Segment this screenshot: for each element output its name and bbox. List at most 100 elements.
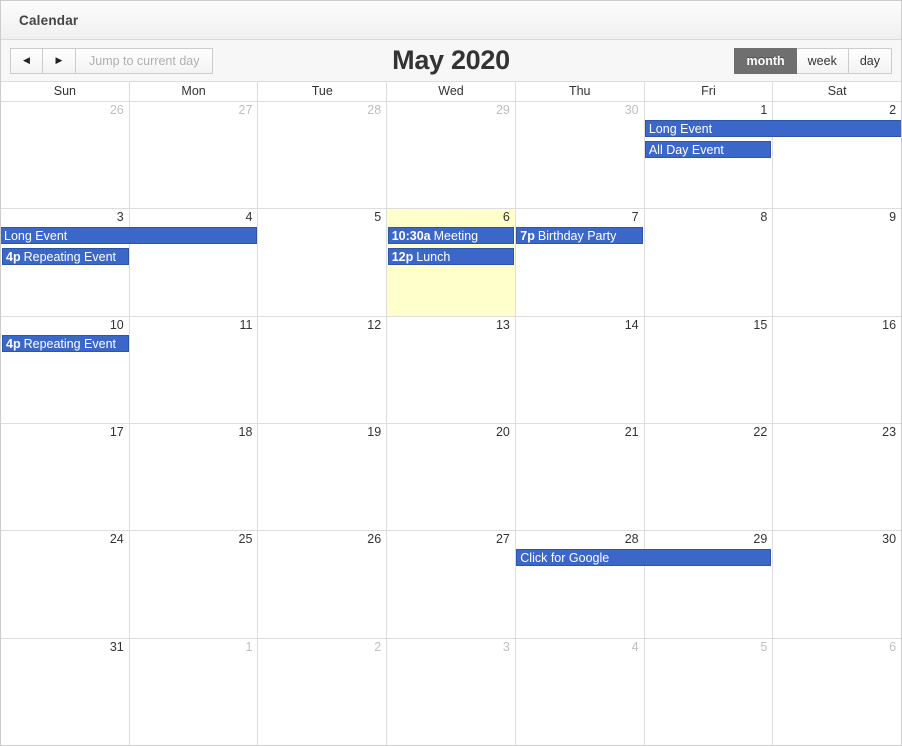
- day-number: 3: [502, 639, 510, 654]
- day-cell[interactable]: 21: [514, 423, 644, 531]
- week-daycells: 17 18 19 20 21 22 23: [1, 423, 901, 531]
- day-cell[interactable]: 4: [128, 209, 258, 316]
- day-number: 2: [374, 639, 382, 654]
- event-title: Birthday Party: [537, 229, 617, 244]
- day-cell[interactable]: 17: [1, 424, 129, 530]
- week-row: 17 18 19 20 21 22 23: [1, 423, 901, 532]
- month-grid: 26 27 28 29 30 1 2 Long Event All Day Event 3 4 5 6 7…: [1, 102, 901, 745]
- jump-to-current-day-button[interactable]: Jump to current day: [76, 47, 214, 74]
- calendar-event[interactable]: Click for Google: [516, 549, 772, 567]
- day-number: 26: [109, 103, 124, 117]
- day-cell[interactable]: 6: [772, 638, 901, 745]
- day-number: 15: [753, 317, 768, 332]
- day-number: 29: [495, 103, 510, 117]
- week-daycells: 31 1 2 3 4 5 6: [1, 638, 901, 745]
- day-cell[interactable]: 24: [1, 531, 129, 637]
- event-title: Repeating Event: [23, 336, 117, 351]
- day-cell[interactable]: 25: [128, 531, 258, 638]
- day-number: 6: [889, 639, 897, 654]
- event-time: 7p: [520, 229, 535, 244]
- day-cell[interactable]: 9: [772, 209, 901, 316]
- day-cell[interactable]: 22: [643, 423, 773, 531]
- day-cell[interactable]: 20: [386, 423, 515, 531]
- week-row: 24 25 26 27 28 29 30 Click for Google: [1, 531, 901, 639]
- day-cell[interactable]: 15: [643, 316, 773, 423]
- day-cell[interactable]: 13: [386, 316, 515, 423]
- day-number: 27: [238, 103, 253, 117]
- event-title: Repeating Event: [23, 250, 117, 265]
- day-cell[interactable]: 2: [772, 102, 901, 209]
- day-number: 18: [238, 424, 253, 439]
- calendar-event[interactable]: Long Event: [1, 227, 258, 245]
- day-number: 22: [753, 424, 768, 439]
- day-cell[interactable]: 30: [772, 531, 901, 638]
- day-cell[interactable]: 27: [386, 531, 515, 638]
- day-cell[interactable]: 7: [514, 209, 644, 316]
- calendar-toolbar: ◀ ▶ Jump to current day May 2020 month w…: [1, 40, 901, 82]
- day-cell[interactable]: 16: [772, 316, 901, 423]
- event-time: 10:30a: [391, 229, 431, 244]
- day-cell[interactable]: 28: [514, 531, 644, 638]
- day-cell[interactable]: 5: [257, 209, 386, 316]
- calendar-event[interactable]: 10:30a Meeting: [387, 227, 515, 245]
- day-number: 27: [495, 532, 510, 547]
- day-number: 7: [631, 210, 639, 225]
- prev-month-button[interactable]: ◀: [10, 47, 43, 74]
- week-row: 3 4 5 6 7 8 9 Long Event 4p Repeating Event 10:30a…: [1, 209, 901, 317]
- day-cell[interactable]: 11: [128, 316, 258, 423]
- triangle-right-icon: ▶: [55, 55, 63, 65]
- day-number: 12: [367, 317, 382, 332]
- day-cell[interactable]: 12: [257, 316, 386, 423]
- calendar-event[interactable]: 4p Repeating Event: [2, 334, 129, 352]
- weekday-header-tue: Tue: [257, 82, 386, 101]
- calendar-event[interactable]: Long Event: [644, 120, 901, 137]
- day-number: 10: [109, 317, 124, 332]
- calendar-event[interactable]: 4p Repeating Event: [2, 248, 129, 266]
- day-number: 8: [760, 210, 768, 225]
- window-titlebar: Calendar: [1, 1, 901, 40]
- day-cell[interactable]: 26: [1, 102, 129, 208]
- weekday-header-sun: Sun: [53, 84, 76, 98]
- event-title: Long Event: [4, 229, 68, 244]
- day-cell[interactable]: 4: [514, 638, 644, 745]
- day-number: 28: [367, 103, 382, 117]
- day-cell[interactable]: 27: [128, 102, 258, 209]
- event-time: 4p: [6, 336, 21, 351]
- day-cell[interactable]: 1: [128, 638, 258, 745]
- day-number: 26: [367, 532, 382, 547]
- next-month-button[interactable]: ▶: [43, 47, 76, 74]
- day-cell[interactable]: 29: [643, 531, 773, 638]
- calendar-event[interactable]: 12p Lunch: [387, 248, 515, 266]
- view-button-month[interactable]: month: [734, 47, 797, 74]
- day-cell[interactable]: 31: [1, 639, 129, 745]
- day-cell[interactable]: 18: [128, 423, 258, 531]
- day-cell[interactable]: 30: [514, 102, 644, 209]
- calendar-event[interactable]: 7p Birthday Party: [516, 227, 643, 245]
- day-cell[interactable]: 28: [257, 102, 386, 209]
- day-cell[interactable]: 19: [257, 423, 386, 531]
- week-row: 26 27 28 29 30 1 2 Long Event All Day Event: [1, 102, 901, 210]
- event-title: Long Event: [648, 122, 713, 136]
- day-cell[interactable]: 10: [1, 317, 129, 423]
- view-button-week[interactable]: week: [796, 47, 849, 74]
- view-switch-group: month week day: [734, 47, 892, 74]
- triangle-left-icon: ◀: [23, 55, 30, 65]
- day-cell[interactable]: 2: [257, 638, 386, 745]
- day-cell[interactable]: 26: [257, 531, 386, 638]
- day-number: 19: [367, 424, 382, 439]
- event-title: All Day Event: [648, 143, 724, 157]
- weekday-header-row: Sun Mon Tue Wed Thu Fri Sat: [1, 82, 901, 102]
- day-number: 11: [239, 317, 253, 332]
- calendar-window: Calendar ◀ ▶ Jump to current day May 202…: [0, 0, 902, 746]
- navigation-button-group: ◀ ▶ Jump to current day: [10, 47, 214, 74]
- day-cell[interactable]: 8: [643, 209, 773, 316]
- weekday-header-sat: Sat: [772, 82, 901, 101]
- day-cell[interactable]: 14: [514, 316, 644, 423]
- day-cell[interactable]: 5: [643, 638, 773, 745]
- day-cell[interactable]: 3: [386, 638, 515, 745]
- day-cell[interactable]: 23: [772, 423, 901, 531]
- day-cell[interactable]: 29: [386, 102, 515, 209]
- calendar-event[interactable]: All Day Event: [644, 141, 772, 158]
- day-number: 30: [882, 532, 897, 547]
- view-button-day[interactable]: day: [848, 47, 892, 74]
